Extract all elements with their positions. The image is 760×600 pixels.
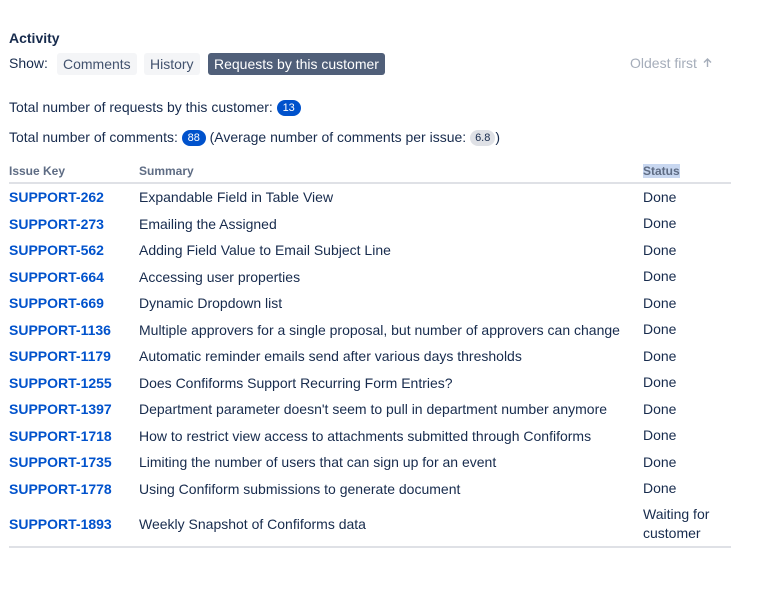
issue-key-cell: SUPPORT-1778 xyxy=(9,476,139,503)
summary-cell: Dynamic Dropdown list xyxy=(139,295,283,312)
comments-count-badge: 88 xyxy=(181,130,206,146)
summary-cell: Automatic reminder emails send after var… xyxy=(139,348,522,365)
average-comments-label: (Average number of comments per issue: xyxy=(209,129,467,145)
issue-key-link[interactable]: SUPPORT-1255 xyxy=(9,375,112,391)
table-row: SUPPORT-1255 Does Confiforms Support Rec… xyxy=(9,370,731,397)
issue-key-cell: SUPPORT-562 xyxy=(9,237,139,264)
table-row: SUPPORT-1893 Weekly Snapshot of Confifor… xyxy=(9,502,731,548)
sort-order-toggle[interactable]: Oldest first xyxy=(630,55,712,71)
issue-key-link[interactable]: SUPPORT-664 xyxy=(9,269,104,285)
status-cell: Done xyxy=(643,294,677,311)
issue-key-cell: SUPPORT-1893 xyxy=(9,502,139,548)
status-cell: Done xyxy=(643,241,677,258)
summary-cell: Expandable Field in Table View xyxy=(139,189,334,206)
requests-count-badge: 13 xyxy=(276,100,301,116)
status-cell: Waiting for customer xyxy=(643,502,731,548)
sort-order-label: Oldest first xyxy=(630,55,697,71)
tab-requests-by-customer[interactable]: Requests by this customer xyxy=(208,53,385,75)
table-row: SUPPORT-1397 Department parameter doesn'… xyxy=(9,396,731,423)
activity-heading: Activity xyxy=(9,30,60,46)
comments-count-line: Total number of comments: 88 (Average nu… xyxy=(9,129,500,146)
summary-cell: Multiple approvers for a single proposal… xyxy=(139,321,620,338)
issue-key-link[interactable]: SUPPORT-1893 xyxy=(9,516,112,532)
issue-key-cell: SUPPORT-1179 xyxy=(9,343,139,370)
summary-cell: Weekly Snapshot of Confiforms data xyxy=(139,502,643,548)
summary-cell: Limiting the number of users that can si… xyxy=(139,454,497,471)
issue-key-cell: SUPPORT-262 xyxy=(9,183,139,211)
table-body: SUPPORT-262 Expandable Field in Table Vi… xyxy=(9,183,731,548)
status-cell: Done xyxy=(643,268,677,285)
status-cell: Done xyxy=(643,427,677,444)
average-comments-badge: 6.8 xyxy=(470,130,496,146)
average-comments-close: ) xyxy=(495,129,501,145)
show-filter-row: Show: Comments History Requests by this … xyxy=(9,53,731,77)
column-header-status[interactable]: Status xyxy=(643,160,731,184)
issue-key-link[interactable]: SUPPORT-1778 xyxy=(9,481,112,497)
table-row: SUPPORT-669 Dynamic Dropdown list Done xyxy=(9,290,731,317)
column-header-issue-key[interactable]: Issue Key xyxy=(9,160,139,184)
issue-key-cell: SUPPORT-1397 xyxy=(9,396,139,423)
issue-key-link[interactable]: SUPPORT-273 xyxy=(9,216,104,232)
status-cell: Done xyxy=(643,347,677,364)
issue-key-link[interactable]: SUPPORT-669 xyxy=(9,295,104,311)
status-cell: Done xyxy=(643,374,677,391)
table-header-row: Issue Key Summary Status xyxy=(9,160,731,184)
table-row: SUPPORT-1778 Using Confiform submissions… xyxy=(9,476,731,503)
tab-history[interactable]: History xyxy=(144,53,200,75)
requests-count-line: Total number of requests by this custome… xyxy=(9,99,301,116)
status-cell: Done xyxy=(643,188,677,205)
summary-cell: How to restrict view access to attachmen… xyxy=(139,427,592,444)
table-row: SUPPORT-1136 Multiple approvers for a si… xyxy=(9,317,731,344)
issue-key-cell: SUPPORT-1255 xyxy=(9,370,139,397)
table-row: SUPPORT-562 Adding Field Value to Email … xyxy=(9,237,731,264)
issue-key-cell: SUPPORT-1136 xyxy=(9,317,139,344)
requests-count-label: Total number of requests by this custome… xyxy=(9,99,273,115)
summary-cell: Accessing user properties xyxy=(139,268,301,285)
summary-cell: Does Confiforms Support Recurring Form E… xyxy=(139,374,453,391)
status-header-label: Status xyxy=(643,164,680,178)
issue-key-cell: SUPPORT-1718 xyxy=(9,423,139,450)
table-row: SUPPORT-1179 Automatic reminder emails s… xyxy=(9,343,731,370)
status-cell: Done xyxy=(643,400,677,417)
issue-key-link[interactable]: SUPPORT-1179 xyxy=(9,348,111,364)
table-row: SUPPORT-1735 Limiting the number of user… xyxy=(9,449,731,476)
arrow-up-icon xyxy=(703,55,712,71)
summary-cell: Using Confiform submissions to generate … xyxy=(139,480,461,497)
status-cell: Done xyxy=(643,453,677,470)
issue-key-link[interactable]: SUPPORT-1718 xyxy=(9,428,112,444)
issue-key-cell: SUPPORT-1735 xyxy=(9,449,139,476)
issue-key-cell: SUPPORT-669 xyxy=(9,290,139,317)
column-header-summary[interactable]: Summary xyxy=(139,160,643,184)
table-row: SUPPORT-273 Emailing the Assigned Done xyxy=(9,211,731,238)
requests-table: Issue Key Summary Status SUPPORT-262 Exp… xyxy=(9,160,731,548)
summary-cell: Department parameter doesn't seem to pul… xyxy=(139,401,608,418)
issue-key-link[interactable]: SUPPORT-1136 xyxy=(9,322,111,338)
issue-key-cell: SUPPORT-273 xyxy=(9,211,139,238)
issue-key-link[interactable]: SUPPORT-262 xyxy=(9,189,104,205)
status-cell: Done xyxy=(643,321,677,338)
status-cell: Done xyxy=(643,480,677,497)
issue-key-link[interactable]: SUPPORT-562 xyxy=(9,242,104,258)
table-row: SUPPORT-664 Accessing user properties Do… xyxy=(9,264,731,291)
issue-key-cell: SUPPORT-664 xyxy=(9,264,139,291)
table-row: SUPPORT-1718 How to restrict view access… xyxy=(9,423,731,450)
show-label: Show: xyxy=(9,55,48,71)
summary-cell: Emailing the Assigned xyxy=(139,215,277,232)
summary-cell: Adding Field Value to Email Subject Line xyxy=(139,242,391,259)
issue-key-link[interactable]: SUPPORT-1397 xyxy=(9,401,112,417)
comments-count-label: Total number of comments: xyxy=(9,129,178,145)
status-cell: Done xyxy=(643,215,677,232)
tab-comments[interactable]: Comments xyxy=(57,53,137,75)
issue-key-link[interactable]: SUPPORT-1735 xyxy=(9,454,112,470)
table-row: SUPPORT-262 Expandable Field in Table Vi… xyxy=(9,183,731,211)
